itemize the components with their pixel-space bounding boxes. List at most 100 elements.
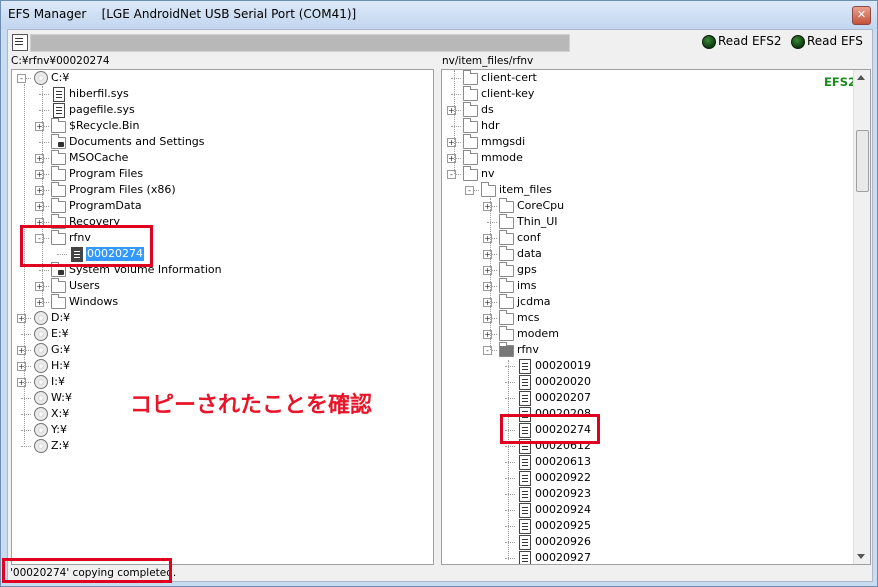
tree-node[interactable]: + modem bbox=[442, 326, 870, 342]
tree-node[interactable]: Documents and Settings bbox=[12, 134, 433, 150]
folder-icon bbox=[481, 182, 496, 197]
node-icon bbox=[516, 470, 532, 486]
tree-node[interactable]: + G:¥ bbox=[12, 342, 433, 358]
tree-node[interactable]: + mmode bbox=[442, 150, 870, 166]
tree-node[interactable]: + ds bbox=[442, 102, 870, 118]
tree-node[interactable]: + MSOCache bbox=[12, 150, 433, 166]
tree-node[interactable]: - nv bbox=[442, 166, 870, 182]
tree-node[interactable]: 00020927 bbox=[442, 550, 870, 564]
tree-node[interactable]: 00020923 bbox=[442, 486, 870, 502]
tree-node[interactable]: + mmgsdi bbox=[442, 134, 870, 150]
folder-icon bbox=[463, 118, 478, 133]
tree-node[interactable]: - rfnv bbox=[442, 342, 870, 358]
tree-connector bbox=[451, 78, 461, 79]
tree-guide bbox=[508, 360, 509, 560]
title-bar: EFS Manager [LGE AndroidNet USB Serial P… bbox=[1, 1, 877, 29]
node-label: item_files bbox=[499, 183, 552, 196]
folder-icon bbox=[499, 198, 514, 213]
node-label: 00020925 bbox=[535, 519, 591, 532]
tree-node[interactable]: + CoreCpu bbox=[442, 198, 870, 214]
local-file-tree[interactable]: - C:¥ hiberfil.sys pagefile.sys + $Recycle.Bi… bbox=[11, 69, 434, 565]
folder-icon bbox=[499, 214, 514, 229]
tree-node[interactable]: Y:¥ bbox=[12, 422, 433, 438]
node-icon bbox=[498, 326, 514, 342]
tree-node[interactable]: pagefile.sys bbox=[12, 102, 433, 118]
tree-node[interactable]: 00020020 bbox=[442, 374, 870, 390]
tree-node[interactable]: 00020922 bbox=[442, 470, 870, 486]
progress-bar bbox=[30, 34, 570, 52]
tree-node[interactable]: - item_files bbox=[442, 182, 870, 198]
tree-node[interactable]: + H:¥ bbox=[12, 358, 433, 374]
node-icon bbox=[462, 150, 478, 166]
read-efs-button[interactable]: Read EFS bbox=[807, 34, 863, 48]
tree-connector bbox=[39, 110, 49, 111]
tree-node[interactable]: client-cert bbox=[442, 70, 870, 86]
node-icon bbox=[516, 454, 532, 470]
efs-file-tree[interactable]: EFS2 client-cert client-key + ds hdr + mmgsdi +… bbox=[441, 69, 871, 565]
tree-node[interactable]: 00020925 bbox=[442, 518, 870, 534]
tree-connector bbox=[505, 494, 515, 495]
tree-node[interactable]: + jcdma bbox=[442, 294, 870, 310]
node-label: jcdma bbox=[517, 295, 551, 308]
tree-node[interactable]: 00020924 bbox=[442, 502, 870, 518]
tree-node[interactable]: + data bbox=[442, 246, 870, 262]
tree-node[interactable]: + ims bbox=[442, 278, 870, 294]
tree-node[interactable]: 00020019 bbox=[442, 358, 870, 374]
tree-node[interactable]: 00020613 bbox=[442, 454, 870, 470]
drive-icon bbox=[34, 311, 48, 325]
tree-node[interactable]: 00020207 bbox=[442, 390, 870, 406]
folder-icon bbox=[463, 86, 478, 101]
tree-node[interactable]: + conf bbox=[442, 230, 870, 246]
collapse-icon[interactable]: - bbox=[17, 74, 26, 83]
tree-node[interactable]: E:¥ bbox=[12, 326, 433, 342]
tree-node[interactable]: hdr bbox=[442, 118, 870, 134]
node-label: ds bbox=[481, 103, 494, 116]
node-label: hdr bbox=[481, 119, 500, 132]
tree-node[interactable]: + mcs bbox=[442, 310, 870, 326]
node-label: 00020613 bbox=[535, 455, 591, 468]
node-label: client-cert bbox=[481, 71, 537, 84]
folder-icon bbox=[51, 182, 66, 197]
tree-connector bbox=[505, 366, 515, 367]
tree-node[interactable]: + ProgramData bbox=[12, 198, 433, 214]
file-icon bbox=[519, 551, 531, 564]
status-highlight-box bbox=[2, 558, 172, 583]
node-label: gps bbox=[517, 263, 537, 276]
node-icon bbox=[516, 534, 532, 550]
tree-node[interactable]: + $Recycle.Bin bbox=[12, 118, 433, 134]
tree-connector bbox=[21, 334, 31, 335]
tree-connector bbox=[21, 446, 31, 447]
tree-node[interactable]: + D:¥ bbox=[12, 310, 433, 326]
tree-node[interactable]: + gps bbox=[442, 262, 870, 278]
node-icon bbox=[32, 374, 48, 390]
save-log-icon[interactable] bbox=[12, 34, 28, 51]
tree-node[interactable]: Z:¥ bbox=[12, 438, 433, 454]
folder-icon bbox=[463, 150, 478, 165]
tree-node[interactable]: Thin_UI bbox=[442, 214, 870, 230]
tree-node[interactable]: hiberfil.sys bbox=[12, 86, 433, 102]
file-icon bbox=[53, 87, 65, 102]
tree-node[interactable]: + Program Files (x86) bbox=[12, 182, 433, 198]
node-label: 00020923 bbox=[535, 487, 591, 500]
tree-connector bbox=[451, 126, 461, 127]
tree-node[interactable]: + Users bbox=[12, 278, 433, 294]
node-icon bbox=[462, 70, 478, 86]
tree-node[interactable]: + Windows bbox=[12, 294, 433, 310]
tree-node[interactable]: + Program Files bbox=[12, 166, 433, 182]
tree-node[interactable]: - C:¥ bbox=[12, 70, 433, 86]
file-icon bbox=[519, 359, 531, 374]
collapse-icon[interactable]: - bbox=[465, 186, 474, 195]
read-efs2-button[interactable]: Read EFS2 bbox=[718, 34, 782, 48]
node-icon bbox=[462, 102, 478, 118]
node-label: data bbox=[517, 247, 542, 260]
node-icon bbox=[32, 342, 48, 358]
close-button[interactable]: ✕ bbox=[852, 6, 871, 25]
node-icon bbox=[462, 166, 478, 182]
drive-icon bbox=[34, 439, 48, 453]
node-label: W:¥ bbox=[51, 391, 72, 404]
toolbar: Read EFS2 Read EFS bbox=[8, 30, 872, 54]
file-icon bbox=[519, 503, 531, 518]
tree-node[interactable]: 00020926 bbox=[442, 534, 870, 550]
node-icon bbox=[516, 358, 532, 374]
tree-node[interactable]: client-key bbox=[442, 86, 870, 102]
